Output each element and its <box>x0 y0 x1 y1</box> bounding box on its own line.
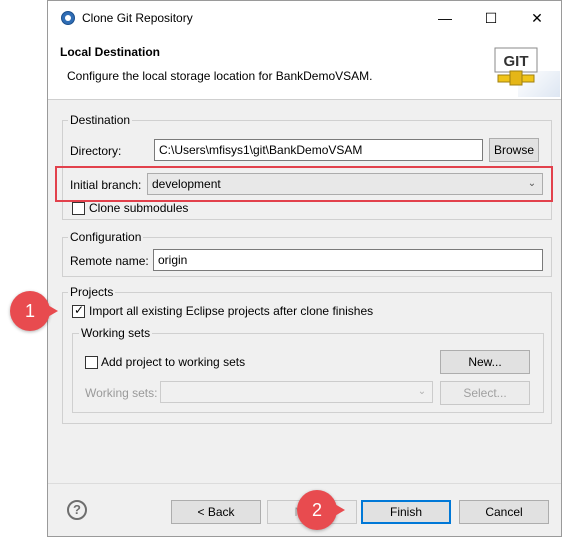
import-projects-label: Import all existing Eclipse projects aft… <box>89 304 374 318</box>
branch-highlight-box <box>55 166 553 202</box>
back-button[interactable]: < Back <box>171 500 261 524</box>
window-title: Clone Git Repository <box>82 11 193 25</box>
clone-submodules-label: Clone submodules <box>89 201 189 215</box>
directory-label: Directory: <box>70 144 122 158</box>
select-working-sets-button[interactable]: Select... <box>440 381 530 405</box>
destination-group-label: Destination <box>68 113 133 127</box>
working-sets-label: Working sets: <box>85 386 158 400</box>
wizard-header: Local Destination Configure the local st… <box>48 35 561 100</box>
checkmark-icon: ✓ <box>74 303 85 317</box>
clone-submodules-checkbox[interactable] <box>72 202 85 215</box>
logo-text: GIT <box>504 53 529 70</box>
page-description: Configure the local storage location for… <box>67 69 373 83</box>
git-logo-icon: GIT <box>494 47 538 86</box>
browse-button[interactable]: Browse <box>489 138 539 162</box>
add-to-working-sets-checkbox[interactable] <box>85 356 98 369</box>
working-sets-group-label: Working sets <box>79 326 153 340</box>
cancel-button[interactable]: Cancel <box>459 500 549 524</box>
import-projects-checkbox[interactable]: ✓ <box>72 303 85 318</box>
remote-name-input[interactable]: origin <box>153 249 543 271</box>
configuration-group-label: Configuration <box>68 230 144 244</box>
working-sets-select[interactable]: ⌄ <box>160 381 433 403</box>
background-window: I s i <box>0 0 53 539</box>
eclipse-icon <box>61 11 75 25</box>
directory-input[interactable]: C:\Users\mfisys1\git\BankDemoVSAM <box>154 139 483 161</box>
title-bar: Clone Git Repository — ☐ ✕ <box>48 1 561 35</box>
new-working-set-button[interactable]: New... <box>440 350 530 374</box>
projects-group-label: Projects <box>68 285 116 299</box>
maximize-button[interactable]: ☐ <box>468 1 514 35</box>
footer-separator <box>48 483 561 484</box>
finish-button[interactable]: Finish <box>361 500 451 524</box>
help-icon[interactable]: ? <box>67 500 87 520</box>
chevron-down-icon: ⌄ <box>417 386 427 397</box>
page-title: Local Destination <box>60 45 161 59</box>
clone-git-dialog: Clone Git Repository — ☐ ✕ Local Destina… <box>47 0 562 537</box>
minimize-button[interactable]: — <box>422 1 468 35</box>
step-2-callout: 2 <box>297 490 345 530</box>
step-1-callout: 1 <box>10 291 58 331</box>
add-to-working-sets-label: Add project to working sets <box>101 355 246 369</box>
close-button[interactable]: ✕ <box>514 1 560 35</box>
remote-name-label: Remote name: <box>70 254 149 268</box>
